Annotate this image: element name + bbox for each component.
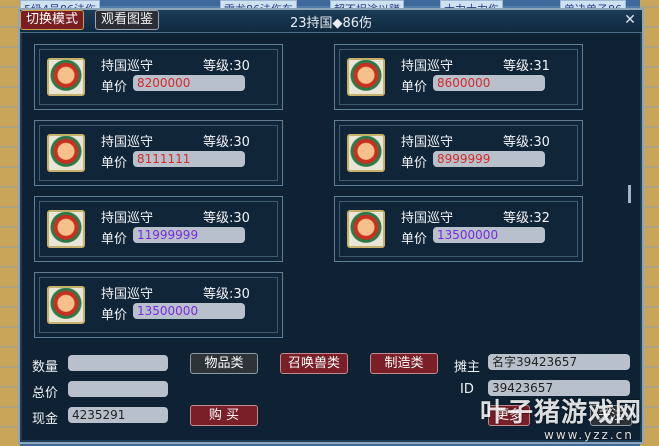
item-name: 持国巡守 — [401, 211, 454, 226]
price-value: 8111111 — [133, 151, 245, 167]
price-value: 8200000 — [133, 75, 245, 91]
owner-field: 名字39423657 — [488, 354, 630, 370]
price-label: 单价 — [101, 80, 128, 95]
summon-avatar-icon — [347, 134, 385, 172]
craft-category-button[interactable]: 制造类 — [370, 353, 438, 374]
quantity-input[interactable] — [68, 355, 168, 371]
item-card[interactable]: 持国巡守 等级:30 单价 13500000 — [34, 272, 283, 338]
item-level: 等级:32 — [503, 211, 550, 226]
price-label: 单价 — [101, 156, 128, 171]
item-card[interactable]: 持国巡守 等级:30 单价 8200000 — [34, 44, 283, 110]
price-value: 13500000 — [133, 303, 245, 319]
price-value: 8999999 — [433, 151, 545, 167]
item-level: 等级:30 — [203, 211, 250, 226]
price-value: 11999999 — [133, 227, 245, 243]
item-card[interactable]: 持国巡守 等级:30 单价 8111111 — [34, 120, 283, 186]
price-label: 单价 — [101, 308, 128, 323]
close-icon[interactable]: ✕ — [622, 12, 638, 28]
item-name: 持国巡守 — [101, 135, 154, 150]
price-value: 13500000 — [433, 227, 545, 243]
item-level: 等级:30 — [203, 59, 250, 74]
item-name: 持国巡守 — [101, 59, 154, 74]
buy-button[interactable]: 购 买 — [190, 405, 258, 426]
item-card[interactable]: 持国巡守 等级:30 单价 8999999 — [334, 120, 583, 186]
item-name: 持国巡守 — [401, 135, 454, 150]
summon-avatar-icon — [47, 286, 85, 324]
price-label: 单价 — [401, 80, 428, 95]
item-card[interactable]: 持国巡守 等级:31 单价 8600000 — [334, 44, 583, 110]
price-label: 单价 — [101, 232, 128, 247]
summon-category-button[interactable]: 召唤兽类 — [280, 353, 348, 374]
total-price-label: 总价 — [32, 386, 59, 401]
summon-avatar-icon — [47, 210, 85, 248]
item-level: 等级:31 — [503, 59, 550, 74]
view-gallery-button[interactable]: 观看图鉴 — [95, 10, 160, 30]
item-name: 持国巡守 — [101, 287, 154, 302]
summon-avatar-icon — [47, 134, 85, 172]
item-level: 等级:30 — [503, 135, 550, 150]
stall-window: 23持国◆86伤 ✕ 持国巡守 等级:30 单价 8200000 持国巡守 等级… — [18, 8, 644, 444]
cash-field: 4235291 — [68, 407, 168, 423]
quantity-label: 数量 — [32, 360, 59, 375]
total-price-field — [68, 381, 168, 397]
price-value: 8600000 — [433, 75, 545, 91]
items-category-button[interactable]: 物品类 — [190, 353, 258, 374]
summon-avatar-icon — [47, 58, 85, 96]
item-card[interactable]: 持国巡守 等级:30 单价 11999999 — [34, 196, 283, 262]
item-card[interactable]: 持国巡守 等级:32 单价 13500000 — [334, 196, 583, 262]
owner-label: 摊主 — [454, 360, 481, 375]
watermark-logo-text: 叶子猪游戏网 — [480, 398, 643, 428]
scrollbar-thumb[interactable] — [628, 185, 631, 203]
item-level: 等级:30 — [203, 135, 250, 150]
summon-avatar-icon — [347, 210, 385, 248]
summon-avatar-icon — [347, 58, 385, 96]
price-label: 单价 — [401, 156, 428, 171]
site-watermark: 叶子猪游戏网 www.yzz.cn — [472, 392, 658, 444]
item-name: 持国巡守 — [101, 211, 154, 226]
watermark-url: www.yzz.cn — [544, 428, 634, 442]
item-level: 等级:30 — [203, 287, 250, 302]
switch-mode-button[interactable]: 切换模式 — [20, 10, 85, 30]
price-label: 单价 — [401, 232, 428, 247]
item-name: 持国巡守 — [401, 59, 454, 74]
cash-label: 现金 — [32, 412, 59, 427]
